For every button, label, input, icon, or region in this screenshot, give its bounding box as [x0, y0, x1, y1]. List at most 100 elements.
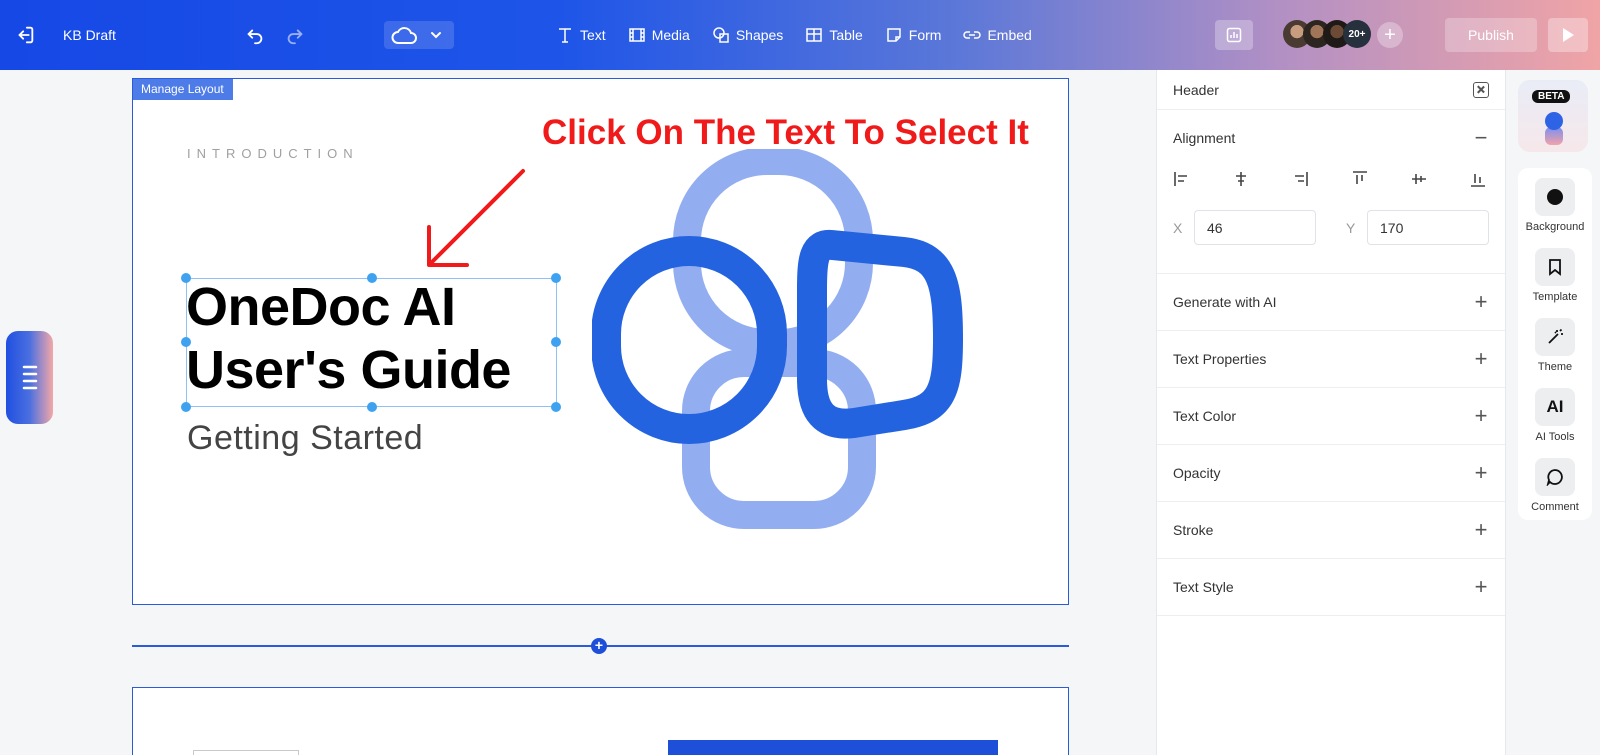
embed-icon [963, 31, 982, 39]
shapes-icon [713, 27, 729, 43]
image-placeholder[interactable] [193, 750, 299, 755]
beta-assistant-button[interactable]: BETA [1518, 80, 1588, 152]
bar-chart-icon [1226, 27, 1242, 43]
undo-icon[interactable] [244, 24, 266, 46]
plus-icon[interactable]: + [1473, 574, 1489, 600]
plus-icon[interactable]: + [1473, 460, 1489, 486]
table-tool-label: Table [829, 27, 863, 43]
insert-toolbar: Text Media Shapes Table Form Embed [556, 22, 1054, 48]
align-left-icon[interactable] [1173, 170, 1191, 188]
resize-handle-sw[interactable] [181, 402, 191, 412]
add-collaborator-button[interactable]: + [1377, 22, 1403, 48]
form-icon [887, 28, 901, 42]
section-text-style[interactable]: Text Style + [1157, 559, 1505, 616]
plus-icon[interactable]: + [1473, 517, 1489, 543]
close-icon[interactable] [1473, 81, 1489, 98]
page-outline-toggle[interactable] [6, 331, 53, 424]
section-opacity[interactable]: Opacity + [1157, 445, 1505, 502]
comment-icon [1535, 458, 1575, 496]
media-tool-button[interactable]: Media [628, 26, 690, 44]
alignment-label: Alignment [1173, 130, 1236, 146]
resize-handle-n[interactable] [367, 273, 377, 283]
blue-block[interactable] [668, 740, 998, 755]
collaborator-avatars[interactable]: 20+ [1283, 20, 1371, 50]
slide-1[interactable]: Manage Layout INTRODUCTION OneDoc AI Use… [132, 78, 1069, 605]
add-slide-button[interactable]: + [591, 638, 607, 654]
section-label: Stroke [1173, 522, 1214, 538]
resize-handle-w[interactable] [181, 337, 191, 347]
section-stroke[interactable]: Stroke + [1157, 502, 1505, 559]
resize-handle-se[interactable] [551, 402, 561, 412]
alignment-header[interactable]: Alignment − [1173, 110, 1489, 166]
plus-icon[interactable]: + [1473, 346, 1489, 372]
text-tool-button[interactable]: Text [556, 26, 606, 44]
circle-icon [1535, 178, 1575, 216]
shapes-tool-button[interactable]: Shapes [712, 26, 783, 44]
manage-layout-button[interactable]: Manage Layout [133, 79, 233, 100]
panel-header: Header [1157, 70, 1505, 110]
chevron-down-icon [431, 32, 441, 39]
embed-tool-label: Embed [987, 27, 1032, 43]
slide-2[interactable] [132, 687, 1069, 755]
shapes-tool-label: Shapes [735, 27, 784, 43]
template-button[interactable]: Template [1518, 248, 1592, 303]
properties-panel: Header Alignment − X Y Generate with AI +… [1156, 70, 1506, 755]
resize-handle-e[interactable] [551, 337, 561, 347]
logo-illustration[interactable] [592, 149, 972, 533]
exit-icon[interactable] [14, 24, 36, 46]
section-generate-with-ai[interactable]: Generate with AI + [1157, 274, 1505, 331]
plus-icon[interactable]: + [1473, 289, 1489, 315]
top-bar: KB Draft Text Media Shapes Table Form Em… [0, 0, 1600, 70]
rail-label: Comment [1531, 501, 1579, 513]
align-center-horizontal-icon[interactable] [1232, 170, 1250, 188]
alignment-buttons [1173, 166, 1487, 192]
section-label: Text Color [1173, 408, 1237, 424]
resize-handle-nw[interactable] [181, 273, 191, 283]
more-collaborators-badge[interactable]: 20+ [1343, 20, 1371, 48]
align-bottom-icon[interactable] [1469, 170, 1487, 188]
comment-button[interactable]: Comment [1518, 458, 1592, 513]
subheading-text[interactable]: Getting Started [187, 419, 423, 458]
intro-label[interactable]: INTRODUCTION [187, 146, 359, 161]
align-top-icon[interactable] [1351, 170, 1369, 188]
align-right-icon[interactable] [1291, 170, 1309, 188]
plus-icon[interactable]: + [1473, 403, 1489, 429]
minus-icon[interactable]: − [1473, 125, 1489, 151]
form-tool-button[interactable]: Form [885, 26, 941, 44]
play-icon [1563, 28, 1574, 42]
section-label: Generate with AI [1173, 294, 1277, 310]
resize-handle-s[interactable] [367, 402, 377, 412]
rail-label: AI Tools [1535, 431, 1575, 443]
text-tool-label: Text [580, 27, 606, 43]
table-icon [806, 28, 823, 42]
assistant-dot-icon [1545, 112, 1563, 130]
section-row: Opacity + [1173, 445, 1489, 501]
align-center-vertical-icon[interactable] [1410, 170, 1428, 188]
section-label: Text Style [1173, 579, 1234, 595]
section-label: Text Properties [1173, 351, 1267, 367]
resize-handle-ne[interactable] [551, 273, 561, 283]
ai-icon: AI [1535, 388, 1575, 426]
publish-button[interactable]: Publish [1445, 18, 1537, 52]
section-row: Text Properties + [1173, 331, 1489, 387]
beta-badge: BETA [1532, 90, 1571, 103]
media-tool-label: Media [651, 27, 690, 43]
cloud-icon [391, 27, 417, 44]
document-title[interactable]: KB Draft [63, 27, 116, 43]
analytics-button[interactable] [1215, 20, 1253, 50]
theme-button[interactable]: Theme [1518, 318, 1592, 373]
save-status-dropdown[interactable] [384, 21, 454, 49]
rail-label: Theme [1537, 361, 1573, 373]
section-text-color[interactable]: Text Color + [1157, 388, 1505, 445]
table-tool-button[interactable]: Table [805, 26, 863, 44]
x-position-input[interactable] [1194, 210, 1316, 245]
panel-title: Header [1173, 81, 1219, 98]
embed-tool-button[interactable]: Embed [963, 26, 1032, 44]
section-text-properties[interactable]: Text Properties + [1157, 331, 1505, 388]
y-position-input[interactable] [1367, 210, 1489, 245]
background-button[interactable]: Background [1518, 178, 1592, 233]
redo-icon[interactable] [284, 24, 306, 46]
section-row: Text Style + [1173, 559, 1489, 615]
preview-button[interactable] [1548, 18, 1588, 52]
ai-tools-button[interactable]: AI AI Tools [1518, 388, 1592, 443]
